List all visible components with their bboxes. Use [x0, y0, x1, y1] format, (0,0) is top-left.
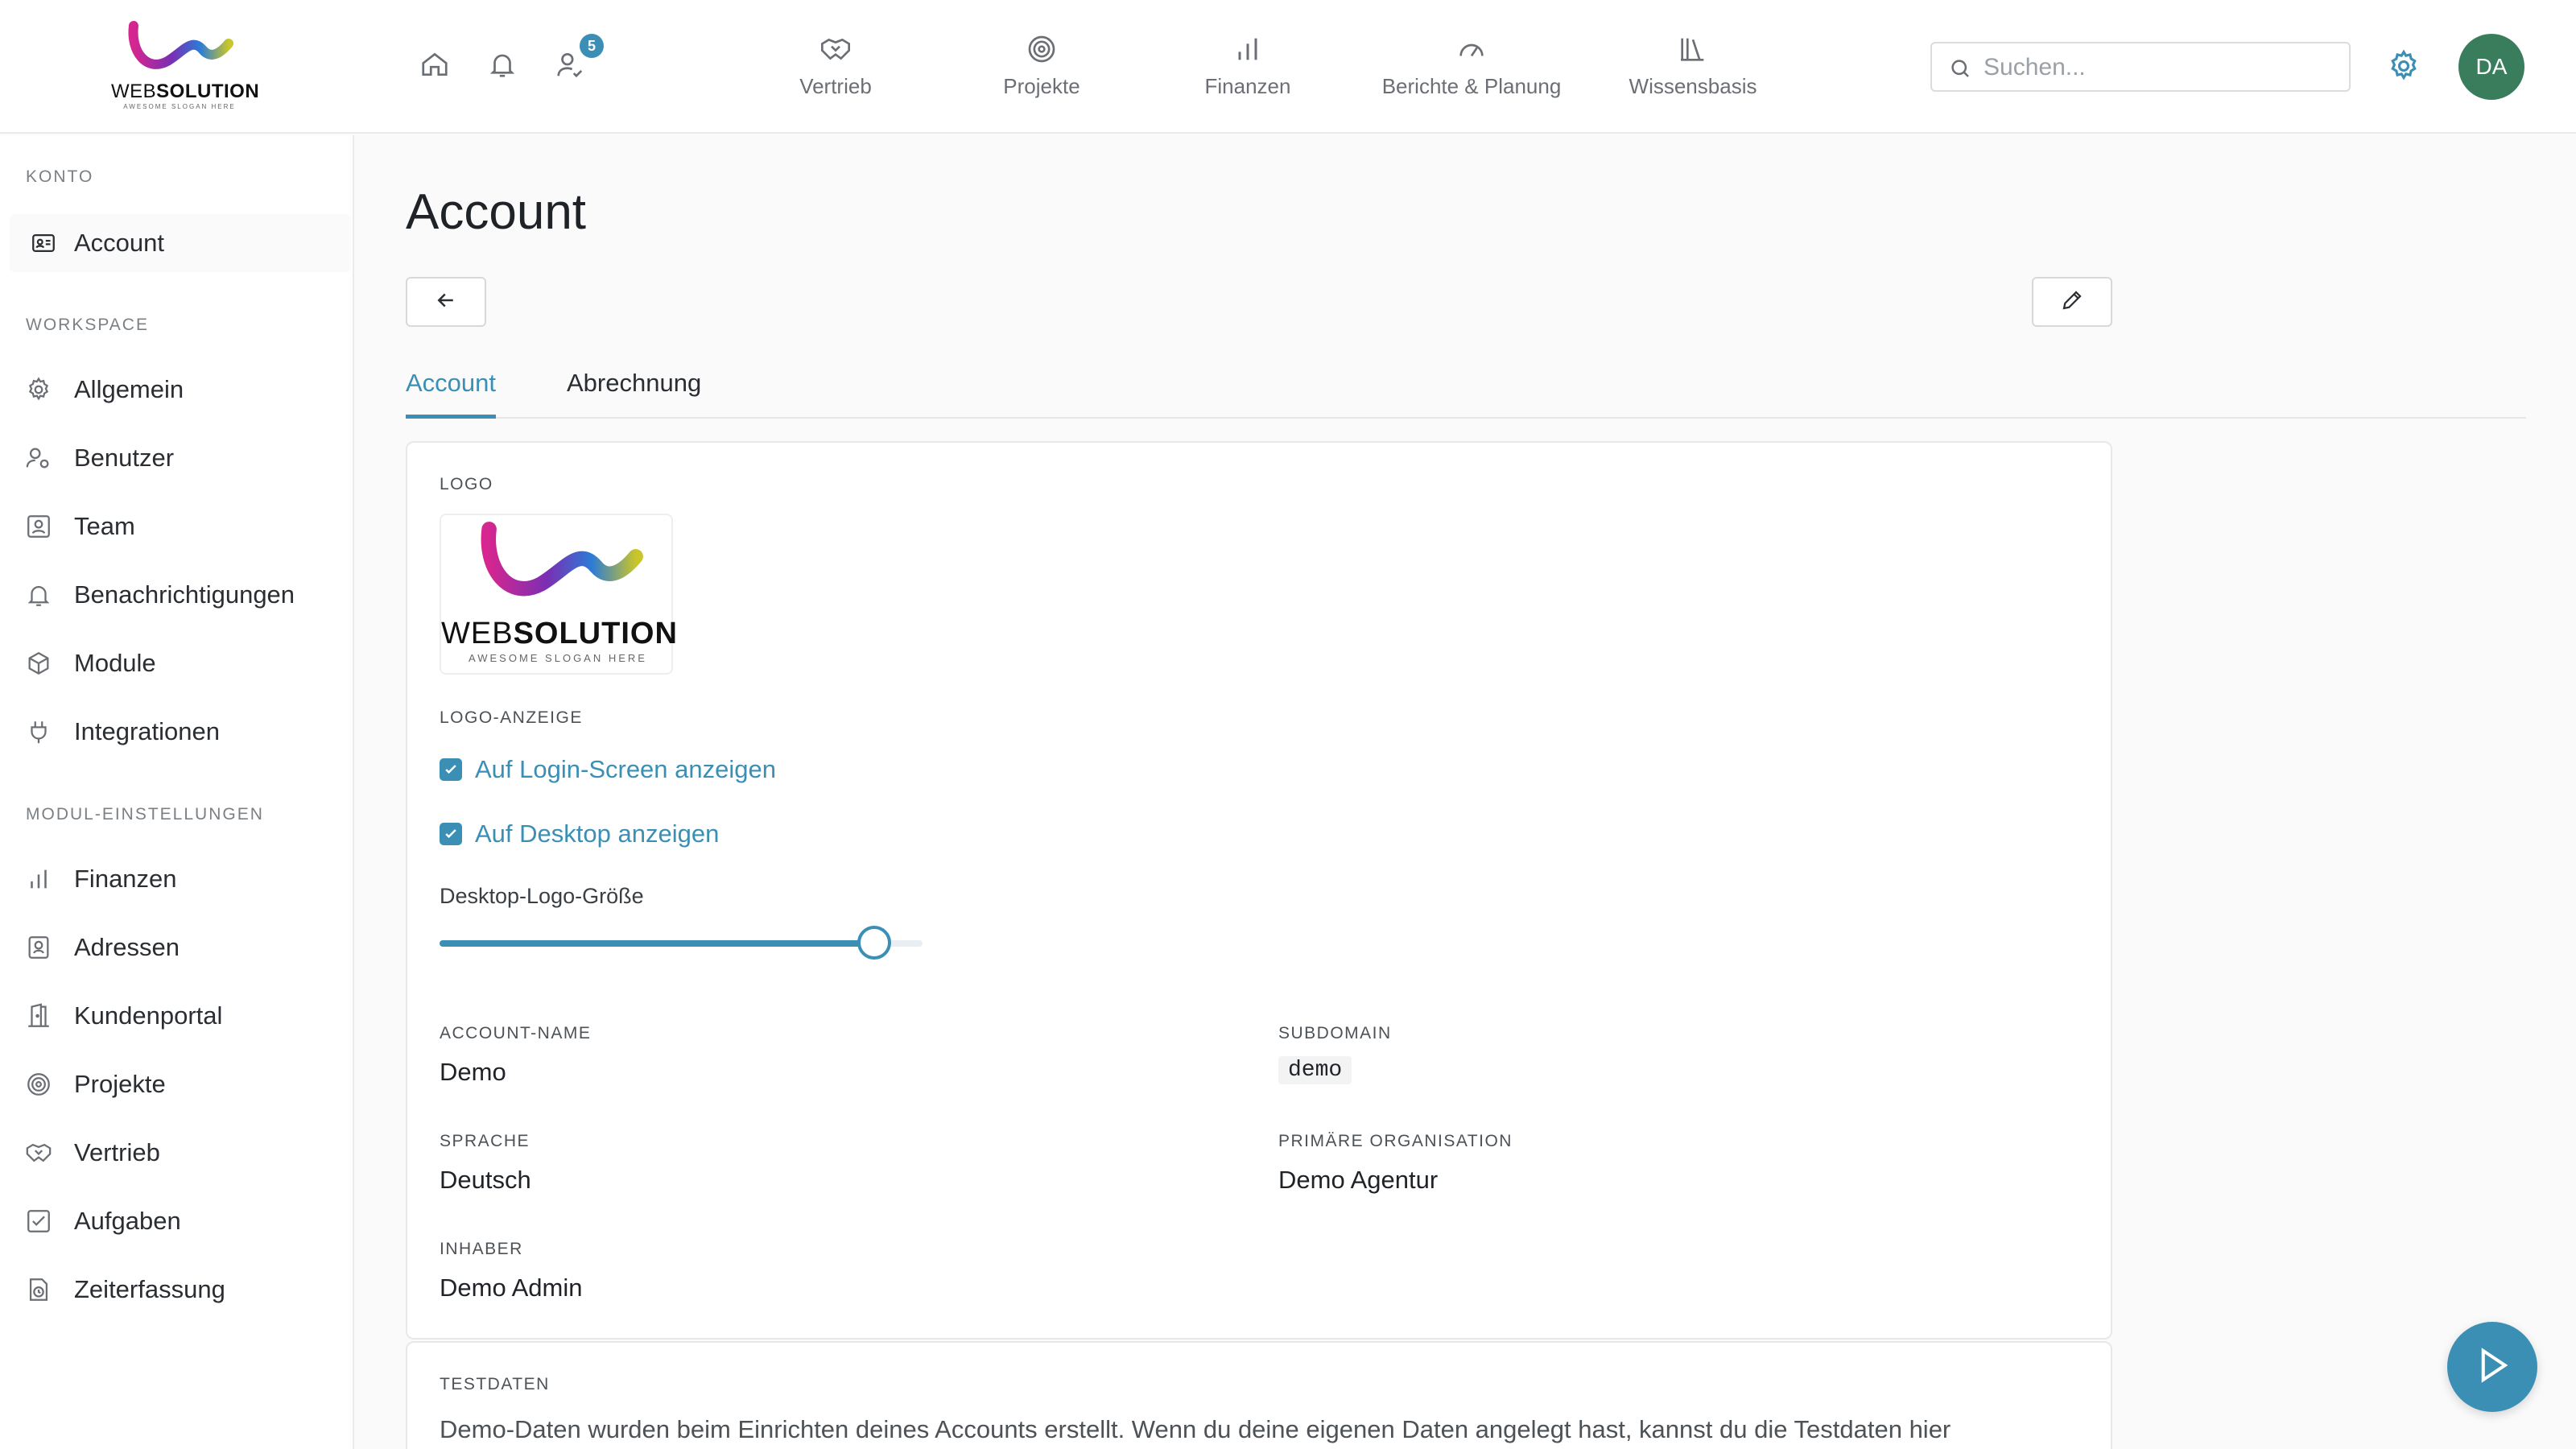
back-button[interactable]: [406, 277, 486, 327]
account-name-value: Demo: [440, 1058, 506, 1086]
sidebar-section-modul-einstellungen: MODUL-EINSTELLUNGEN: [26, 805, 264, 824]
desktop-logo-size-label: Desktop-Logo-Größe: [440, 884, 644, 908]
sidebar-item-team[interactable]: Team: [0, 497, 351, 555]
account-logo-slogan: AWESOME SLOGAN HERE: [469, 652, 647, 664]
nav-wissensbasis[interactable]: Wissensbasis: [1616, 29, 1769, 109]
settings-gear-icon[interactable]: [2386, 48, 2421, 88]
notification-badge: 5: [580, 34, 604, 58]
logo-display-label: LOGO-ANZEIGE: [440, 708, 583, 727]
top-bar: WEBSOLUTION AWESOME SLOGAN HERE 5 Vertri…: [0, 0, 2576, 134]
target-icon: [0, 1071, 74, 1098]
account-name-label: ACCOUNT-NAME: [440, 1024, 592, 1042]
tab-account[interactable]: Account: [406, 369, 497, 419]
arrow-left-icon: [434, 288, 458, 316]
team-icon: [0, 513, 74, 540]
sidebar-item-aufgaben[interactable]: Aufgaben: [0, 1192, 351, 1250]
testdata-description: Demo-Daten wurden beim Einrichten deines…: [440, 1415, 1951, 1443]
id-card-icon: [10, 229, 74, 257]
owner-value: Demo Admin: [440, 1274, 583, 1302]
sidebar-item-zeiterfassung[interactable]: Zeiterfassung: [0, 1261, 351, 1319]
nav-projekte[interactable]: Projekte: [985, 29, 1098, 109]
tab-bar: Account Abrechnung: [406, 367, 2526, 419]
language-label: SPRACHE: [440, 1132, 530, 1150]
testdata-label: TESTDATEN: [440, 1375, 550, 1393]
checkbox-login-screen[interactable]: Auf Login-Screen anzeigen: [440, 755, 776, 784]
play-tour-button[interactable]: [2447, 1322, 2537, 1412]
search-input[interactable]: [1984, 50, 2338, 85]
tab-abrechnung[interactable]: Abrechnung: [567, 369, 701, 419]
sidebar-item-integrationen[interactable]: Integrationen: [0, 703, 351, 761]
timer-icon: [0, 1276, 74, 1303]
target-icon: [985, 29, 1098, 69]
subdomain-label: SUBDOMAIN: [1278, 1024, 1392, 1042]
door-icon: [0, 1002, 74, 1030]
search-box[interactable]: [1930, 42, 2351, 92]
brand-logo[interactable]: WEBSOLUTION AWESOME SLOGAN HERE: [111, 19, 260, 110]
contact-icon: [0, 934, 74, 961]
edit-button[interactable]: [2032, 277, 2112, 327]
sidebar-item-module[interactable]: Module: [0, 634, 351, 692]
home-icon[interactable]: [417, 47, 452, 82]
sidebar-section-workspace: WORKSPACE: [26, 316, 149, 334]
handshake-icon: [0, 1139, 74, 1166]
checkbox-icon: [0, 1208, 74, 1235]
nav-finanzen[interactable]: Finanzen: [1191, 29, 1304, 109]
account-logo-text: WEBSOLUTION: [441, 617, 678, 650]
sidebar: KONTO Account WORKSPACE Allgemein Benutz…: [0, 135, 354, 1449]
brand-logo-mark: [128, 21, 233, 69]
library-icon: [1616, 29, 1769, 69]
play-icon: [2471, 1344, 2514, 1391]
subdomain-value: demo: [1278, 1056, 1352, 1084]
user-avatar[interactable]: DA: [2458, 34, 2524, 100]
nav-vertrieb[interactable]: Vertrieb: [779, 29, 892, 109]
pencil-icon: [2060, 288, 2084, 316]
primary-organisation-value: Demo Agentur: [1278, 1166, 1439, 1194]
user-gear-icon: [0, 444, 74, 472]
sidebar-section-konto: KONTO: [26, 167, 94, 186]
owner-label: INHABER: [440, 1240, 523, 1258]
checkbox-checked-icon: [440, 823, 462, 845]
account-logo-mark: [481, 522, 643, 597]
bell-icon[interactable]: [485, 47, 520, 82]
search-icon: [1948, 56, 1972, 85]
slider-thumb[interactable]: [857, 926, 891, 960]
sidebar-item-account[interactable]: Account: [10, 214, 351, 272]
checkbox-checked-icon: [440, 758, 462, 781]
logo-label: LOGO: [440, 475, 493, 493]
bar-chart-icon: [0, 865, 74, 893]
plug-icon: [0, 718, 74, 745]
sidebar-item-vertrieb[interactable]: Vertrieb: [0, 1124, 351, 1182]
brand-name: WEBSOLUTION: [111, 80, 260, 102]
sidebar-item-projekte[interactable]: Projekte: [0, 1055, 351, 1113]
checkbox-desktop[interactable]: Auf Desktop anzeigen: [440, 819, 719, 848]
cube-icon: [0, 650, 74, 677]
gear-icon: [0, 376, 74, 403]
desktop-logo-size-slider[interactable]: [440, 926, 923, 960]
bell-icon: [0, 581, 74, 609]
sidebar-item-benutzer[interactable]: Benutzer: [0, 429, 351, 487]
testdata-card: TESTDATEN Demo-Daten wurden beim Einrich…: [406, 1341, 2112, 1449]
sidebar-item-benachrichtigungen[interactable]: Benachrichtigungen: [0, 566, 351, 624]
nav-berichte-planung[interactable]: Berichte & Planung: [1368, 29, 1575, 109]
sidebar-item-kundenportal[interactable]: Kundenportal: [0, 987, 351, 1045]
sidebar-item-finanzen[interactable]: Finanzen: [0, 850, 351, 908]
bar-chart-icon: [1191, 29, 1304, 69]
account-card: LOGO WEBSOLUTION AWESOME SLOGAN HERE LOG…: [406, 441, 2112, 1340]
slider-fill: [440, 940, 874, 947]
page-title: Account: [406, 184, 587, 240]
sidebar-item-allgemein[interactable]: Allgemein: [0, 361, 351, 419]
handshake-icon: [779, 29, 892, 69]
primary-organisation-label: PRIMÄRE ORGANISATION: [1278, 1132, 1513, 1150]
gauge-icon: [1368, 29, 1575, 69]
account-logo-preview: WEBSOLUTION AWESOME SLOGAN HERE: [440, 514, 678, 675]
sidebar-item-adressen[interactable]: Adressen: [0, 919, 351, 976]
language-value: Deutsch: [440, 1166, 531, 1194]
brand-slogan: AWESOME SLOGAN HERE: [123, 103, 236, 110]
